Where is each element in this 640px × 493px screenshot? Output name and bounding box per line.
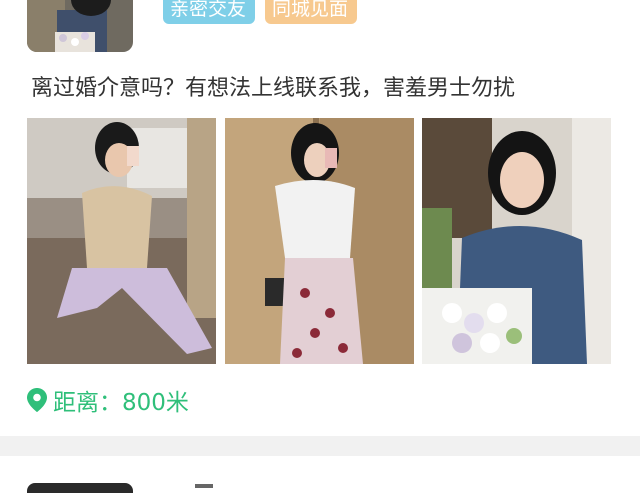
next-post-avatar[interactable] <box>27 483 133 493</box>
next-post-title-fragment <box>195 484 213 488</box>
section-divider <box>0 436 640 456</box>
distance-indicator: 距离：800米 <box>27 385 189 416</box>
location-pin-icon <box>27 388 47 412</box>
tag-local-meetup: 同城见面 <box>265 0 357 24</box>
photo-2[interactable] <box>225 118 414 364</box>
photo-3[interactable] <box>422 118 611 364</box>
tag-intimate-dating: 亲密交友 <box>163 0 255 24</box>
avatar[interactable] <box>27 0 133 52</box>
distance-label: 距离：800米 <box>53 390 189 416</box>
photo-1[interactable] <box>27 118 216 364</box>
post-description: 离过婚介意吗？有想法上线联系我，害羞男士勿扰 <box>31 76 516 101</box>
post-card[interactable]: 亲密交友 同城见面 离过婚介意吗？有想法上线联系我，害羞男士勿扰 距离：800米 <box>0 0 640 436</box>
